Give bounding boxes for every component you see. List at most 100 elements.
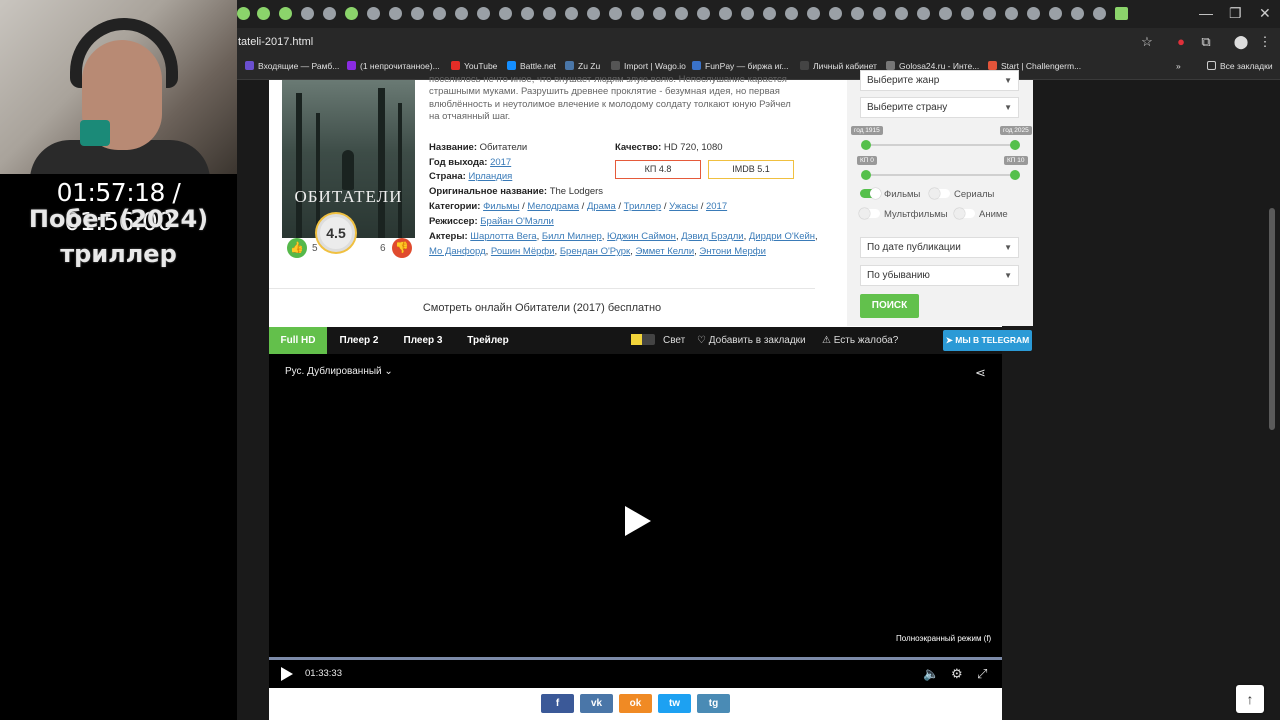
- close-icon[interactable]: ✕: [1259, 5, 1271, 22]
- actor-link[interactable]: Юджин Саймон: [607, 231, 676, 242]
- actor-link[interactable]: Мо Данфорд: [429, 246, 486, 257]
- tab-icon[interactable]: [609, 7, 622, 20]
- actor-link[interactable]: Энтони Мерфи: [699, 246, 766, 257]
- actor-link[interactable]: Дэвид Брэдли: [681, 231, 743, 242]
- order-select[interactable]: По убыванию ▼: [860, 265, 1019, 286]
- tab-full-hd[interactable]: Full HD: [269, 327, 327, 354]
- kp-slider-track[interactable]: [866, 174, 1017, 176]
- tab-icon[interactable]: [477, 7, 490, 20]
- tab-icon[interactable]: [697, 7, 710, 20]
- category-link[interactable]: Триллер: [624, 201, 662, 212]
- tab-icon[interactable]: [433, 7, 446, 20]
- tab-icon[interactable]: [323, 7, 336, 20]
- scrollbar-thumb[interactable]: [1269, 208, 1275, 430]
- address-bar[interactable]: tateli-2017.html ☆ ● ⧉ ⬤ ⋮: [237, 28, 1280, 56]
- telegram-share-icon[interactable]: tg: [697, 694, 730, 713]
- minimize-icon[interactable]: —: [1199, 5, 1213, 21]
- telegram-button[interactable]: ➤ МЫ В TELEGRAM: [943, 330, 1032, 351]
- tab-icon[interactable]: [741, 7, 754, 20]
- category-link[interactable]: Драма: [587, 201, 616, 212]
- bookmark-item[interactable]: (1 непрочитанное)...: [347, 61, 440, 71]
- country-link[interactable]: Ирландия: [468, 171, 512, 182]
- tab-icon[interactable]: [455, 7, 468, 20]
- category-link[interactable]: 2017: [706, 201, 727, 212]
- facebook-share-icon[interactable]: f: [541, 694, 574, 713]
- kp-slider-max-handle[interactable]: [1010, 170, 1020, 180]
- tab-icon[interactable]: [961, 7, 974, 20]
- tab-icon[interactable]: [917, 7, 930, 20]
- tab-icon[interactable]: [895, 7, 908, 20]
- actor-link[interactable]: Рошин Мёрфи: [491, 246, 555, 257]
- bookmark-item[interactable]: Zu Zu: [565, 61, 600, 71]
- bookmark-item[interactable]: FunPay — биржа иг...: [692, 61, 789, 71]
- tab-icon[interactable]: [499, 7, 512, 20]
- tab-icon[interactable]: [873, 7, 886, 20]
- location-icon[interactable]: ⬤: [1233, 34, 1249, 50]
- category-link[interactable]: Фильмы: [483, 201, 519, 212]
- tab-icon[interactable]: [345, 7, 358, 20]
- all-bookmarks[interactable]: Все закладки: [1207, 61, 1273, 71]
- tab-icon[interactable]: [653, 7, 666, 20]
- year-link[interactable]: 2017: [490, 157, 511, 168]
- tab-icon[interactable]: [279, 7, 292, 20]
- tab-icon[interactable]: [719, 7, 732, 20]
- tab-icon[interactable]: [807, 7, 820, 20]
- bookmark-item[interactable]: Import | Wago.io: [611, 61, 686, 71]
- tab-icon[interactable]: [829, 7, 842, 20]
- bookmark-item[interactable]: YouTube: [451, 61, 497, 71]
- toggle-series[interactable]: Сериалы: [929, 188, 994, 200]
- share-icon[interactable]: ⋖: [975, 365, 986, 381]
- bookmark-button[interactable]: ♡ Добавить в закладки: [697, 327, 806, 354]
- settings-icon[interactable]: ⚙: [951, 666, 963, 682]
- tab-icon[interactable]: [1071, 7, 1084, 20]
- search-button[interactable]: ПОИСК: [860, 294, 919, 318]
- tab-trailer[interactable]: Трейлер: [455, 327, 521, 354]
- kp-slider-min-handle[interactable]: [861, 170, 871, 180]
- tab-icon[interactable]: [785, 7, 798, 20]
- toggle-cartoons[interactable]: Мультфильмы: [859, 208, 948, 220]
- tab-icon[interactable]: [631, 7, 644, 20]
- url-text[interactable]: tateli-2017.html: [238, 36, 313, 48]
- tab-icon[interactable]: [587, 7, 600, 20]
- vk-share-icon[interactable]: vk: [580, 694, 613, 713]
- tab-icon[interactable]: [1049, 7, 1062, 20]
- thumbs-down-icon[interactable]: 👎: [392, 238, 412, 258]
- progress-bar[interactable]: [269, 657, 1002, 660]
- tab-icon[interactable]: [367, 7, 380, 20]
- tab-icon[interactable]: [301, 7, 314, 20]
- light-toggle[interactable]: Свет: [631, 327, 685, 354]
- tab-icon[interactable]: [565, 7, 578, 20]
- extension-icon[interactable]: ●: [1173, 34, 1189, 50]
- actor-link[interactable]: Билл Милнер: [542, 231, 602, 242]
- tab-icon-active[interactable]: [1115, 7, 1128, 20]
- bookmark-item[interactable]: Battle.net: [507, 61, 556, 71]
- director-link[interactable]: Брайан О'Мэлли: [480, 216, 554, 227]
- tab-icon[interactable]: [521, 7, 534, 20]
- audio-track-select[interactable]: Рус. Дублированный ⌄: [285, 366, 393, 377]
- actor-link[interactable]: Брендан О'Рурк: [560, 246, 630, 257]
- scroll-to-top-button[interactable]: ↑: [1236, 685, 1264, 713]
- tab-icon[interactable]: [389, 7, 402, 20]
- tab-icon[interactable]: [1027, 7, 1040, 20]
- category-link[interactable]: Мелодрама: [527, 201, 579, 212]
- tab-icon[interactable]: [257, 7, 270, 20]
- toggle-films[interactable]: Фильмы: [860, 188, 920, 200]
- tab-icon[interactable]: [237, 7, 250, 20]
- sort-select[interactable]: По дате публикации ▼: [860, 237, 1019, 258]
- tab-icon[interactable]: [983, 7, 996, 20]
- control-play-icon[interactable]: [281, 667, 293, 681]
- volume-icon[interactable]: 🔈: [923, 666, 939, 682]
- play-icon[interactable]: [625, 506, 651, 536]
- genre-select[interactable]: Выберите жанр ▼: [860, 70, 1019, 91]
- complaint-button[interactable]: ⚠ Есть жалоба?: [822, 327, 898, 354]
- thumbs-up-icon[interactable]: 👍: [287, 238, 307, 258]
- country-select[interactable]: Выберите страну ▼: [860, 97, 1019, 118]
- tab-player-2[interactable]: Плеер 2: [327, 327, 391, 354]
- actor-link[interactable]: Дирдри О'Кейн: [749, 231, 815, 242]
- bookmark-item[interactable]: Входящие — Рамб...: [245, 61, 339, 71]
- category-link[interactable]: Ужасы: [669, 201, 698, 212]
- fullscreen-icon[interactable]: ⤢: [977, 666, 987, 682]
- year-slider-track[interactable]: [866, 144, 1017, 146]
- maximize-icon[interactable]: ❐: [1229, 5, 1242, 22]
- tab-icon[interactable]: [763, 7, 776, 20]
